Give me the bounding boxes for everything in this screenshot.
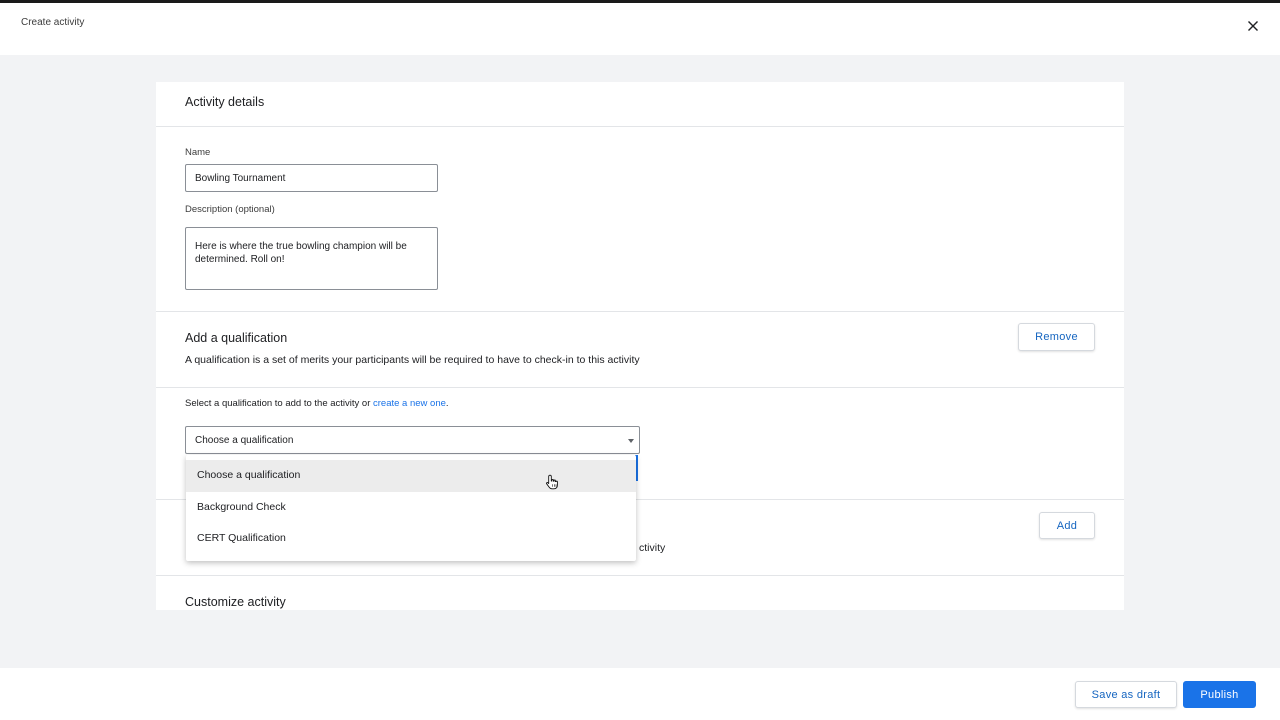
dropdown-option[interactable]: Background Check: [186, 492, 636, 524]
qualification-description: A qualification is a set of merits your …: [185, 354, 640, 366]
hand-cursor-icon: [546, 474, 558, 490]
divider: [156, 311, 1124, 312]
close-icon[interactable]: [1244, 17, 1262, 35]
qualification-dropdown-menu: Choose a qualification Background Check …: [186, 455, 636, 561]
select-prompt-text: Select a qualification to add to the act…: [185, 398, 373, 409]
divider: [156, 575, 1124, 576]
publish-button[interactable]: Publish: [1183, 681, 1256, 708]
modal-footer: Save as draft Publish: [0, 668, 1280, 720]
save-as-draft-button[interactable]: Save as draft: [1075, 681, 1177, 708]
customize-activity-title: Customize activity: [185, 595, 286, 609]
dropdown-option[interactable]: Choose a qualification: [186, 460, 636, 492]
hidden-section-text: ctivity: [639, 542, 666, 554]
select-qualification-prompt: Select a qualification to add to the act…: [185, 398, 449, 409]
qualification-select-value: Choose a qualification: [195, 435, 294, 446]
qualification-select[interactable]: Choose a qualification: [185, 426, 640, 454]
remove-qualification-button[interactable]: Remove: [1018, 323, 1095, 351]
name-label: Name: [185, 147, 211, 158]
divider: [156, 387, 1124, 388]
modal-header: Create activity: [0, 3, 1280, 55]
activity-details-title: Activity details: [185, 95, 265, 109]
qualification-title: Add a qualification: [185, 331, 288, 345]
page-title: Create activity: [21, 17, 85, 28]
add-button[interactable]: Add: [1039, 512, 1095, 539]
chevron-down-icon: [628, 439, 634, 443]
select-prompt-end: .: [445, 398, 449, 409]
divider: [156, 126, 1124, 127]
description-label: Description (optional): [185, 204, 275, 215]
description-field[interactable]: Here is where the true bowling champion …: [185, 227, 438, 290]
create-new-link[interactable]: create a new one: [373, 398, 446, 409]
dropdown-option[interactable]: CERT Qualification: [186, 523, 636, 555]
name-field[interactable]: [185, 164, 438, 192]
